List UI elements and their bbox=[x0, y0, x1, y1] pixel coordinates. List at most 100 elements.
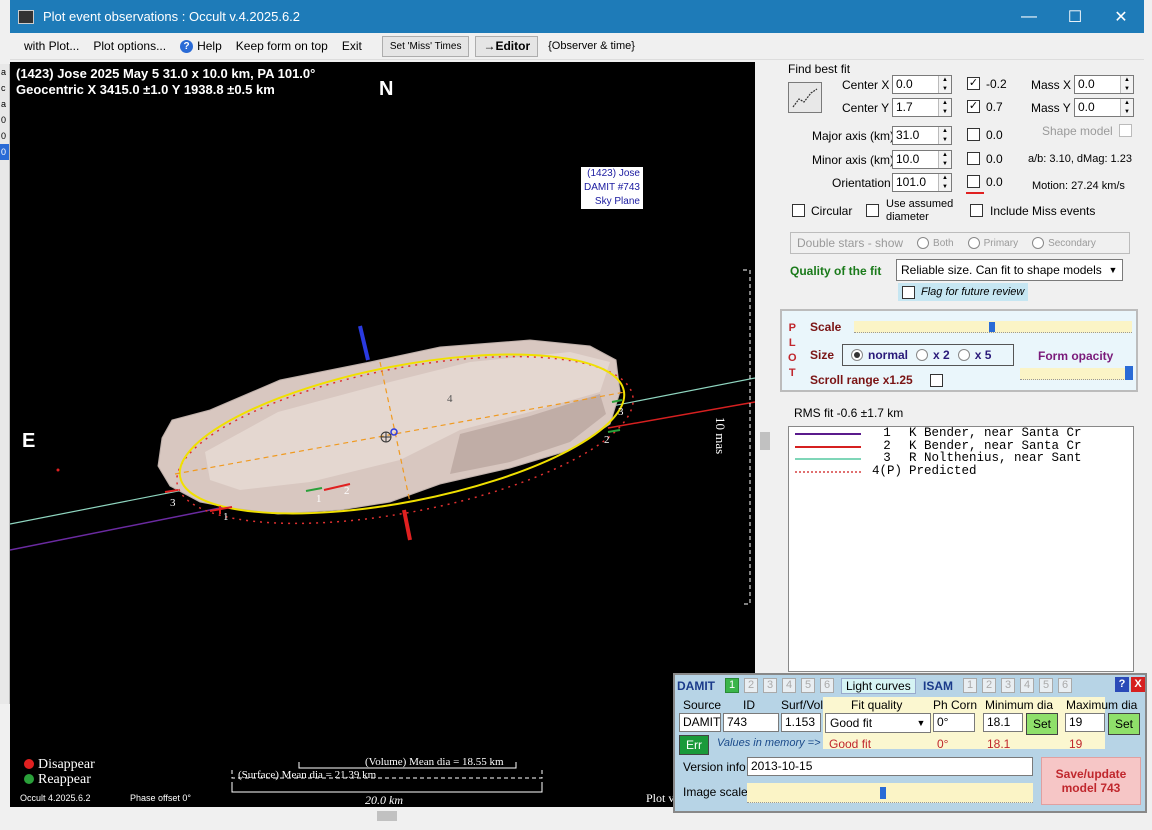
stepper-down-icon[interactable]: ▼ bbox=[939, 182, 951, 191]
observer-row[interactable]: 1 K Bender, near Santa Cr bbox=[789, 427, 1133, 440]
stepper-up-icon[interactable]: ▲ bbox=[939, 151, 951, 160]
size-normal-radio[interactable] bbox=[851, 349, 863, 361]
isam-tabs-number[interactable]: 1 bbox=[963, 678, 977, 693]
damit-tabs-number[interactable]: 5 bbox=[801, 678, 815, 693]
menu-help[interactable]: ? Help bbox=[180, 39, 222, 53]
scroll-thumb[interactable] bbox=[377, 811, 397, 821]
form-opacity-slider-thumb[interactable] bbox=[1124, 366, 1133, 380]
save-update-model-button[interactable]: Save/update model 743 bbox=[1041, 757, 1141, 805]
center-x-value[interactable]: 0.0 bbox=[893, 76, 938, 93]
menu-plot-options[interactable]: Plot options... bbox=[93, 39, 166, 53]
help-button[interactable]: ? bbox=[1115, 677, 1129, 692]
editor-button[interactable]: →Editor bbox=[475, 35, 539, 57]
orientation-value[interactable]: 101.0 bbox=[893, 174, 938, 191]
isam-tabs-number[interactable]: 4 bbox=[1020, 678, 1034, 693]
center-x-stepper[interactable]: 0.0 ▲ ▼ bbox=[892, 75, 952, 94]
size-x5-radio[interactable] bbox=[957, 349, 970, 361]
minimize-button[interactable]: — bbox=[1006, 0, 1052, 33]
primary-radio[interactable] bbox=[967, 237, 980, 249]
damit-tabs-number[interactable]: 2 bbox=[744, 678, 758, 693]
stepper-up-icon[interactable]: ▲ bbox=[939, 174, 951, 183]
orientation-stepper[interactable]: 101.0 ▲ ▼ bbox=[892, 173, 952, 192]
menu-keep-on-top[interactable]: Keep form on top bbox=[236, 39, 328, 53]
mass-y-stepper[interactable]: 0.0 ▲ ▼ bbox=[1074, 98, 1134, 117]
major-axis-checkbox[interactable] bbox=[967, 128, 980, 141]
light-curves-button[interactable]: Light curves bbox=[841, 678, 916, 694]
stepper-down-icon[interactable]: ▼ bbox=[939, 135, 951, 144]
minor-axis-stepper[interactable]: 10.0 ▲ ▼ bbox=[892, 150, 952, 169]
menu-exit[interactable]: Exit bbox=[342, 39, 362, 53]
mass-x-stepper[interactable]: 0.0 ▲ ▼ bbox=[1074, 75, 1134, 94]
plot-canvas[interactable]: 1 2 3 1 2 3 4 (1423) Jose 2025 May 5 31.… bbox=[10, 62, 755, 807]
set-min-dia-button[interactable]: Set bbox=[1026, 713, 1058, 735]
quality-select[interactable]: Reliable size. Can fit to shape models ▼ bbox=[896, 259, 1123, 281]
surfvol-field[interactable]: 1.153 bbox=[781, 713, 821, 732]
center-y-checkbox[interactable]: ✓ bbox=[967, 100, 980, 113]
isam-tabs-number[interactable]: 3 bbox=[1001, 678, 1015, 693]
id-field[interactable]: 743 bbox=[723, 713, 779, 732]
image-scale-slider-thumb[interactable] bbox=[880, 787, 887, 799]
version-info-field[interactable]: 2013-10-15 bbox=[747, 757, 1033, 776]
damit-tabs-number[interactable]: 3 bbox=[763, 678, 777, 693]
scale-slider[interactable] bbox=[854, 321, 1132, 333]
shape-model-checkbox[interactable] bbox=[1119, 124, 1132, 137]
stepper-up-icon[interactable]: ▲ bbox=[1121, 76, 1133, 85]
orientation-checkbox[interactable] bbox=[967, 175, 980, 188]
size-x2-radio[interactable] bbox=[916, 349, 929, 361]
include-miss-checkbox[interactable] bbox=[970, 204, 983, 217]
observer-row[interactable]: 3 R Nolthenius, near Sant bbox=[789, 452, 1133, 465]
fit-quality-select[interactable]: Good fit ▼ bbox=[825, 713, 931, 733]
observer-row[interactable]: 4(P) Predicted bbox=[789, 464, 1133, 478]
isam-tabs-number[interactable]: 5 bbox=[1039, 678, 1053, 693]
close-button[interactable]: ✕ bbox=[1098, 0, 1144, 33]
center-x-checkbox[interactable]: ✓ bbox=[967, 77, 980, 90]
set-miss-times-button[interactable]: Set 'Miss' Times bbox=[381, 35, 470, 57]
isam-tabs-number[interactable]: 2 bbox=[982, 678, 996, 693]
minor-axis-value[interactable]: 10.0 bbox=[893, 151, 938, 168]
err-button[interactable]: Err bbox=[679, 735, 709, 755]
form-opacity-slider[interactable] bbox=[1020, 366, 1133, 380]
damit-tabs-number[interactable]: 6 bbox=[820, 678, 834, 693]
stepper-down-icon[interactable]: ▼ bbox=[1121, 84, 1133, 93]
center-y-value[interactable]: 1.7 bbox=[893, 99, 938, 116]
ph-corn-field[interactable]: 0° bbox=[933, 713, 975, 732]
major-axis-value[interactable]: 31.0 bbox=[893, 127, 938, 144]
mass-x-value[interactable]: 0.0 bbox=[1075, 76, 1120, 93]
flag-review-checkbox[interactable] bbox=[902, 285, 915, 299]
close-panel-button[interactable]: X bbox=[1131, 677, 1145, 692]
stepper-down-icon[interactable]: ▼ bbox=[939, 84, 951, 93]
mass-y-value[interactable]: 0.0 bbox=[1075, 99, 1120, 116]
secondary-radio[interactable] bbox=[1032, 237, 1045, 249]
stepper-down-icon[interactable]: ▼ bbox=[1121, 107, 1133, 116]
circular-checkbox[interactable] bbox=[792, 204, 805, 217]
isam-tabs-number[interactable]: 6 bbox=[1058, 678, 1072, 693]
plot-horizontal-scrollbar[interactable] bbox=[10, 808, 755, 824]
stepper-down-icon[interactable]: ▼ bbox=[939, 107, 951, 116]
stepper-up-icon[interactable]: ▲ bbox=[939, 99, 951, 108]
observer-list[interactable]: 1K Bender, near Santa Cr 2 K Bender, near … bbox=[788, 426, 1134, 672]
minor-axis-checkbox[interactable] bbox=[967, 152, 980, 165]
find-best-fit-button[interactable] bbox=[788, 82, 822, 113]
scroll-thumb[interactable] bbox=[760, 432, 770, 450]
scale-slider-thumb[interactable] bbox=[989, 322, 995, 332]
both-radio[interactable] bbox=[917, 237, 930, 249]
maximize-button[interactable]: ☐ bbox=[1052, 0, 1098, 33]
stepper-up-icon[interactable]: ▲ bbox=[939, 76, 951, 85]
scroll-range-checkbox[interactable] bbox=[930, 374, 943, 387]
damit-tabs-number[interactable]: 1 bbox=[725, 678, 739, 693]
stepper-up-icon[interactable]: ▲ bbox=[1121, 99, 1133, 108]
observer-number: 3 bbox=[883, 451, 891, 465]
set-max-dia-button[interactable]: Set bbox=[1108, 713, 1140, 735]
min-dia-field[interactable]: 18.1 bbox=[983, 713, 1023, 732]
major-axis-stepper[interactable]: 31.0 ▲ ▼ bbox=[892, 126, 952, 145]
menu-with-plot[interactable]: with Plot... bbox=[24, 39, 79, 53]
observer-time-label[interactable]: {Observer & time} bbox=[548, 40, 635, 52]
damit-tabs-number[interactable]: 4 bbox=[782, 678, 796, 693]
image-scale-slider[interactable] bbox=[747, 783, 1033, 803]
stepper-down-icon[interactable]: ▼ bbox=[939, 159, 951, 168]
max-dia-field[interactable]: 19 bbox=[1065, 713, 1105, 732]
use-assumed-checkbox[interactable] bbox=[866, 204, 879, 217]
source-field[interactable]: DAMIT bbox=[679, 713, 721, 732]
center-y-stepper[interactable]: 1.7 ▲ ▼ bbox=[892, 98, 952, 117]
stepper-up-icon[interactable]: ▲ bbox=[939, 127, 951, 136]
